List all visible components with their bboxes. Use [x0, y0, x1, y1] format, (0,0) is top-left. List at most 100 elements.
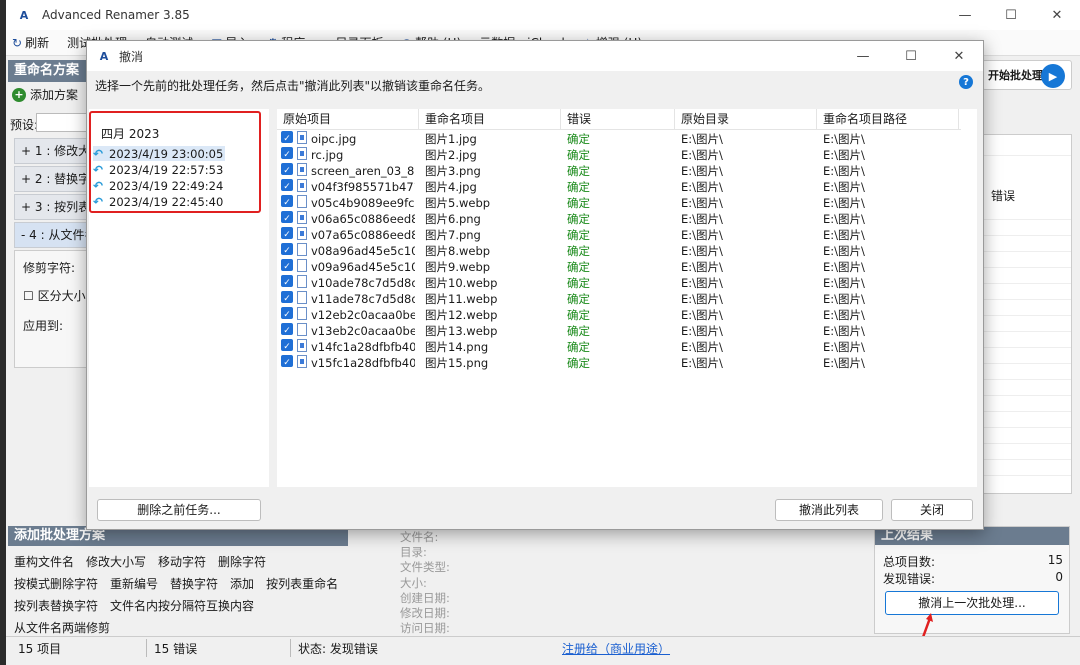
batch-method-link[interactable]: 重构文件名: [14, 553, 74, 570]
batch-method-link[interactable]: 按模式删除字符: [14, 575, 98, 592]
toolbar-refresh-button[interactable]: ↻ 刷新: [12, 34, 49, 51]
row-checkbox[interactable]: ✓: [281, 339, 293, 351]
row-checkbox[interactable]: ✓: [281, 323, 293, 335]
table-row[interactable]: ✓ v11ade78c7d5d8d0... 图片11.webp 确定 E:\图片\ E:\…: [277, 291, 961, 307]
close-button[interactable]: ✕: [1034, 0, 1080, 30]
row-checkbox[interactable]: ✓: [281, 211, 293, 223]
cell-error-status: 确定: [567, 356, 590, 370]
batch-method-link[interactable]: 替换字符: [170, 575, 218, 592]
app-logo-icon: A: [19, 8, 29, 22]
table-row[interactable]: ✓ v04f3f985571b471... 图片4.jpg 确定 E:\图片\ E:\图片…: [277, 179, 961, 195]
table-row[interactable]: ✓ v06a65c0886eed87... 图片6.png 确定 E:\图片\ E:\图片…: [277, 211, 961, 227]
row-checkbox[interactable]: ✓: [281, 195, 293, 207]
batch-method-link[interactable]: 从文件名两端修剪: [14, 619, 110, 636]
method-item-3[interactable]: + 3 : 按列表重命名: [14, 194, 94, 220]
help-icon[interactable]: ?: [959, 75, 973, 89]
undo-last-batch-button[interactable]: 撤消上一次批处理...: [885, 591, 1059, 615]
table-row[interactable]: ✓ v09a96ad45e5c109... 图片9.webp 确定 E:\图片\ E:\图…: [277, 259, 961, 275]
add-scheme-button[interactable]: + 添加方案: [12, 86, 78, 103]
batch-method-link[interactable]: 添加: [230, 575, 254, 592]
col-original-item[interactable]: 原始项目: [277, 109, 419, 129]
file-icon: [297, 259, 307, 272]
cell-error-status: 确定: [567, 244, 590, 258]
row-checkbox[interactable]: ✓: [281, 179, 293, 191]
dialog-close-x-button[interactable]: ✕: [935, 41, 983, 71]
file-icon: [297, 275, 307, 288]
preset-select[interactable]: [36, 113, 92, 132]
cell-renamed-item: 图片4.jpg: [425, 180, 477, 194]
cell-error-status: 确定: [567, 260, 590, 274]
file-list-right-edge: 错误: [982, 134, 1072, 494]
total-items-value: 15: [1047, 553, 1063, 567]
cell-original-dir: E:\图片\: [681, 212, 723, 226]
file-info-label: 文件类型:: [400, 560, 450, 575]
row-checkbox[interactable]: ✓: [281, 227, 293, 239]
file-info-label: 文件名:: [400, 530, 439, 544]
table-row[interactable]: ✓ v13eb2c0acaa0beb... 图片13.webp 确定 E:\图片\ E:\…: [277, 323, 961, 339]
minimize-button[interactable]: —: [942, 0, 988, 30]
table-row[interactable]: ✓ v14fc1a28dfbfb401... 图片14.png 确定 E:\图片\ E:\…: [277, 339, 961, 355]
col-original-dir[interactable]: 原始目录: [675, 109, 817, 129]
cell-renamed-item: 图片1.jpg: [425, 132, 477, 146]
delete-previous-tasks-button[interactable]: 删除之前任务...: [97, 499, 261, 521]
refresh-icon: ↻: [12, 35, 23, 50]
table-row[interactable]: ✓ v12eb2c0acaa0beb... 图片12.webp 确定 E:\图片\ E:\…: [277, 307, 961, 323]
table-row[interactable]: ✓ v10ade78c7d5d8d0... 图片10.webp 确定 E:\图片\ E:\…: [277, 275, 961, 291]
table-row[interactable]: ✓ v05c4b9089ee9fc6... 图片5.webp 确定 E:\图片\ E:\图…: [277, 195, 961, 211]
col-error[interactable]: 错误: [561, 109, 675, 129]
method-item-2[interactable]: + 2 : 替换字符: [14, 166, 94, 192]
cell-renamed-path: E:\图片\: [823, 260, 865, 274]
row-checkbox[interactable]: ✓: [281, 163, 293, 175]
table-row[interactable]: ✓ rc.jpg 图片2.jpg 确定 E:\图片\ E:\图片\: [277, 147, 961, 163]
batch-method-link[interactable]: 按列表替换字符: [14, 597, 98, 614]
batch-method-link[interactable]: 按列表重命名: [266, 575, 338, 592]
batch-method-link[interactable]: 移动字符: [158, 553, 206, 570]
cell-renamed-path: E:\图片\: [823, 356, 865, 370]
file-info-label: 访问日期:: [400, 621, 450, 636]
cell-renamed-item: 图片7.png: [425, 228, 481, 242]
table-row[interactable]: ✓ v07a65c0886eed87... 图片7.png 确定 E:\图片\ E:\图片…: [277, 227, 961, 243]
dialog-close-button[interactable]: 关闭: [891, 499, 973, 521]
undo-this-list-button[interactable]: 撤消此列表: [775, 499, 883, 521]
maximize-button[interactable]: ☐: [988, 0, 1034, 30]
col-renamed-path[interactable]: 重命名项目路径: [817, 109, 959, 129]
dialog-minimize-button[interactable]: —: [839, 41, 887, 71]
cell-error-status: 确定: [567, 324, 590, 338]
register-link[interactable]: 注册给（商业用途）: [562, 640, 670, 657]
row-checkbox[interactable]: ✓: [281, 259, 293, 271]
cell-original-item: v05c4b9089ee9fc6...: [311, 196, 415, 210]
dialog-title-bar: A 撤消 — ☐ ✕: [87, 41, 983, 71]
cell-renamed-path: E:\图片\: [823, 212, 865, 226]
start-batch-button[interactable]: 开始批处理 ▶: [982, 60, 1072, 90]
cell-renamed-path: E:\图片\: [823, 340, 865, 354]
batch-method-link[interactable]: 重新编号: [110, 575, 158, 592]
row-checkbox[interactable]: ✓: [281, 355, 293, 367]
row-checkbox[interactable]: ✓: [281, 147, 293, 159]
cell-original-item: v11ade78c7d5d8d0...: [311, 292, 415, 306]
cell-original-dir: E:\图片\: [681, 244, 723, 258]
row-checkbox[interactable]: ✓: [281, 243, 293, 255]
file-info-label: 修改日期:: [400, 606, 450, 621]
method-item-1[interactable]: + 1 : 修改大小写: [14, 138, 94, 164]
cell-original-dir: E:\图片\: [681, 308, 723, 322]
batch-method-link[interactable]: 文件名内按分隔符互换内容: [110, 597, 254, 614]
dialog-maximize-button[interactable]: ☐: [887, 41, 935, 71]
table-row[interactable]: ✓ screen_aren_03_87... 图片3.png 确定 E:\图片\ E:\图…: [277, 163, 961, 179]
status-state: 状态: 发现错误: [298, 642, 378, 656]
batch-method-link[interactable]: 修改大小写: [86, 553, 146, 570]
image-file-icon: [297, 355, 307, 368]
col-renamed-item[interactable]: 重命名项目: [419, 109, 561, 129]
cell-original-dir: E:\图片\: [681, 292, 723, 306]
row-checkbox[interactable]: ✓: [281, 291, 293, 303]
method-settings-panel: 修剪字符: ☐ 区分大小写 应用到:: [14, 250, 98, 368]
cell-renamed-item: 图片2.jpg: [425, 148, 477, 162]
row-checkbox[interactable]: ✓: [281, 275, 293, 287]
row-checkbox[interactable]: ✓: [281, 131, 293, 143]
cell-renamed-path: E:\图片\: [823, 148, 865, 162]
table-row[interactable]: ✓ oipc.jpg 图片1.jpg 确定 E:\图片\ E:\图片\: [277, 131, 961, 147]
method-item-4[interactable]: - 4 : 从文件名两端修剪: [14, 222, 94, 248]
table-row[interactable]: ✓ v15fc1a28dfbfb401... 图片15.png 确定 E:\图片\ E:\…: [277, 355, 961, 371]
batch-method-link[interactable]: 删除字符: [218, 553, 266, 570]
table-row[interactable]: ✓ v08a96ad45e5c109... 图片8.webp 确定 E:\图片\ E:\图…: [277, 243, 961, 259]
row-checkbox[interactable]: ✓: [281, 307, 293, 319]
